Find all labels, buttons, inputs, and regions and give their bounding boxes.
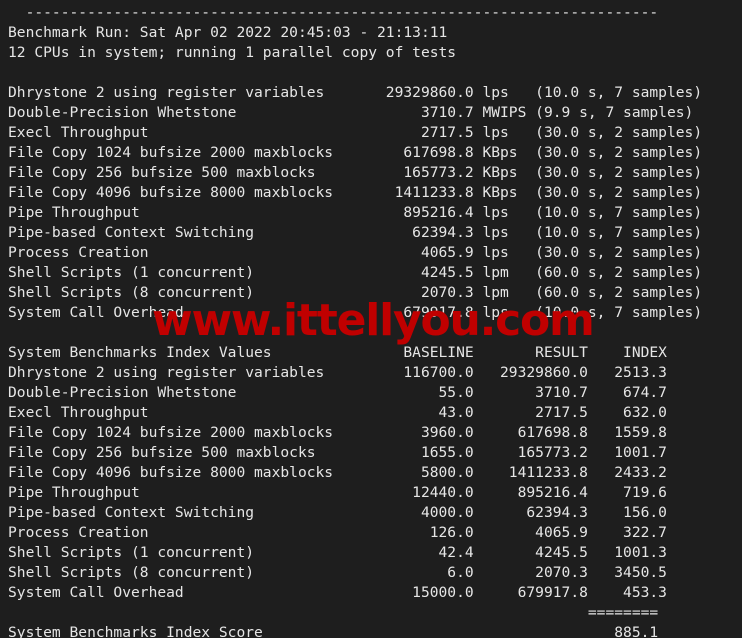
terminal-line: System Call Overhead 15000.0 679917.8 45… <box>8 584 667 601</box>
terminal-line: File Copy 256 bufsize 500 maxblocks 1657… <box>8 164 703 181</box>
terminal-line: System Benchmarks Index Values BASELINE … <box>8 344 667 361</box>
terminal-line: Pipe-based Context Switching 4000.0 6239… <box>8 504 667 521</box>
terminal-line: Shell Scripts (8 concurrent) 2070.3 lpm … <box>8 284 703 301</box>
terminal-line: Execl Throughput 2717.5 lps (30.0 s, 2 s… <box>8 124 703 141</box>
terminal-line: File Copy 4096 bufsize 8000 maxblocks 58… <box>8 464 667 481</box>
terminal-line: Dhrystone 2 using register variables 293… <box>8 84 703 101</box>
terminal-line: Process Creation 4065.9 lps (30.0 s, 2 s… <box>8 244 703 261</box>
terminal-line: 12 CPUs in system; running 1 parallel co… <box>8 44 457 61</box>
terminal-line: File Copy 256 bufsize 500 maxblocks 1655… <box>8 444 667 461</box>
terminal-line: Pipe Throughput 895216.4 lps (10.0 s, 7 … <box>8 204 703 221</box>
terminal-line: Dhrystone 2 using register variables 116… <box>8 364 667 381</box>
terminal-line: Process Creation 126.0 4065.9 322.7 <box>8 524 667 541</box>
terminal-line: Double-Precision Whetstone 3710.7 MWIPS … <box>8 104 694 121</box>
terminal-output: ----------------------------------------… <box>8 3 742 638</box>
terminal-line: Execl Throughput 43.0 2717.5 632.0 <box>8 404 667 421</box>
terminal-line: Shell Scripts (1 concurrent) 42.4 4245.5… <box>8 544 667 561</box>
terminal-line: File Copy 1024 bufsize 2000 maxblocks 39… <box>8 424 667 441</box>
terminal-line: Benchmark Run: Sat Apr 02 2022 20:45:03 … <box>8 24 448 41</box>
terminal-line: Pipe-based Context Switching 62394.3 lps… <box>8 224 703 241</box>
terminal-line: System Call Overhead 679917.8 lps (10.0 … <box>8 304 703 321</box>
terminal-line: Shell Scripts (1 concurrent) 4245.5 lpm … <box>8 264 703 281</box>
terminal-line: ----------------------------------------… <box>8 4 659 21</box>
terminal-line: File Copy 1024 bufsize 2000 maxblocks 61… <box>8 144 703 161</box>
terminal-line: Double-Precision Whetstone 55.0 3710.7 6… <box>8 384 667 401</box>
terminal-line: Pipe Throughput 12440.0 895216.4 719.6 <box>8 484 667 501</box>
terminal-line: File Copy 4096 bufsize 8000 maxblocks 14… <box>8 184 703 201</box>
terminal-line: ======== <box>8 604 659 621</box>
terminal-window: ----------------------------------------… <box>0 0 742 638</box>
terminal-line: Shell Scripts (8 concurrent) 6.0 2070.3 … <box>8 564 667 581</box>
terminal-line: System Benchmarks Index Score 885.1 <box>8 624 659 638</box>
